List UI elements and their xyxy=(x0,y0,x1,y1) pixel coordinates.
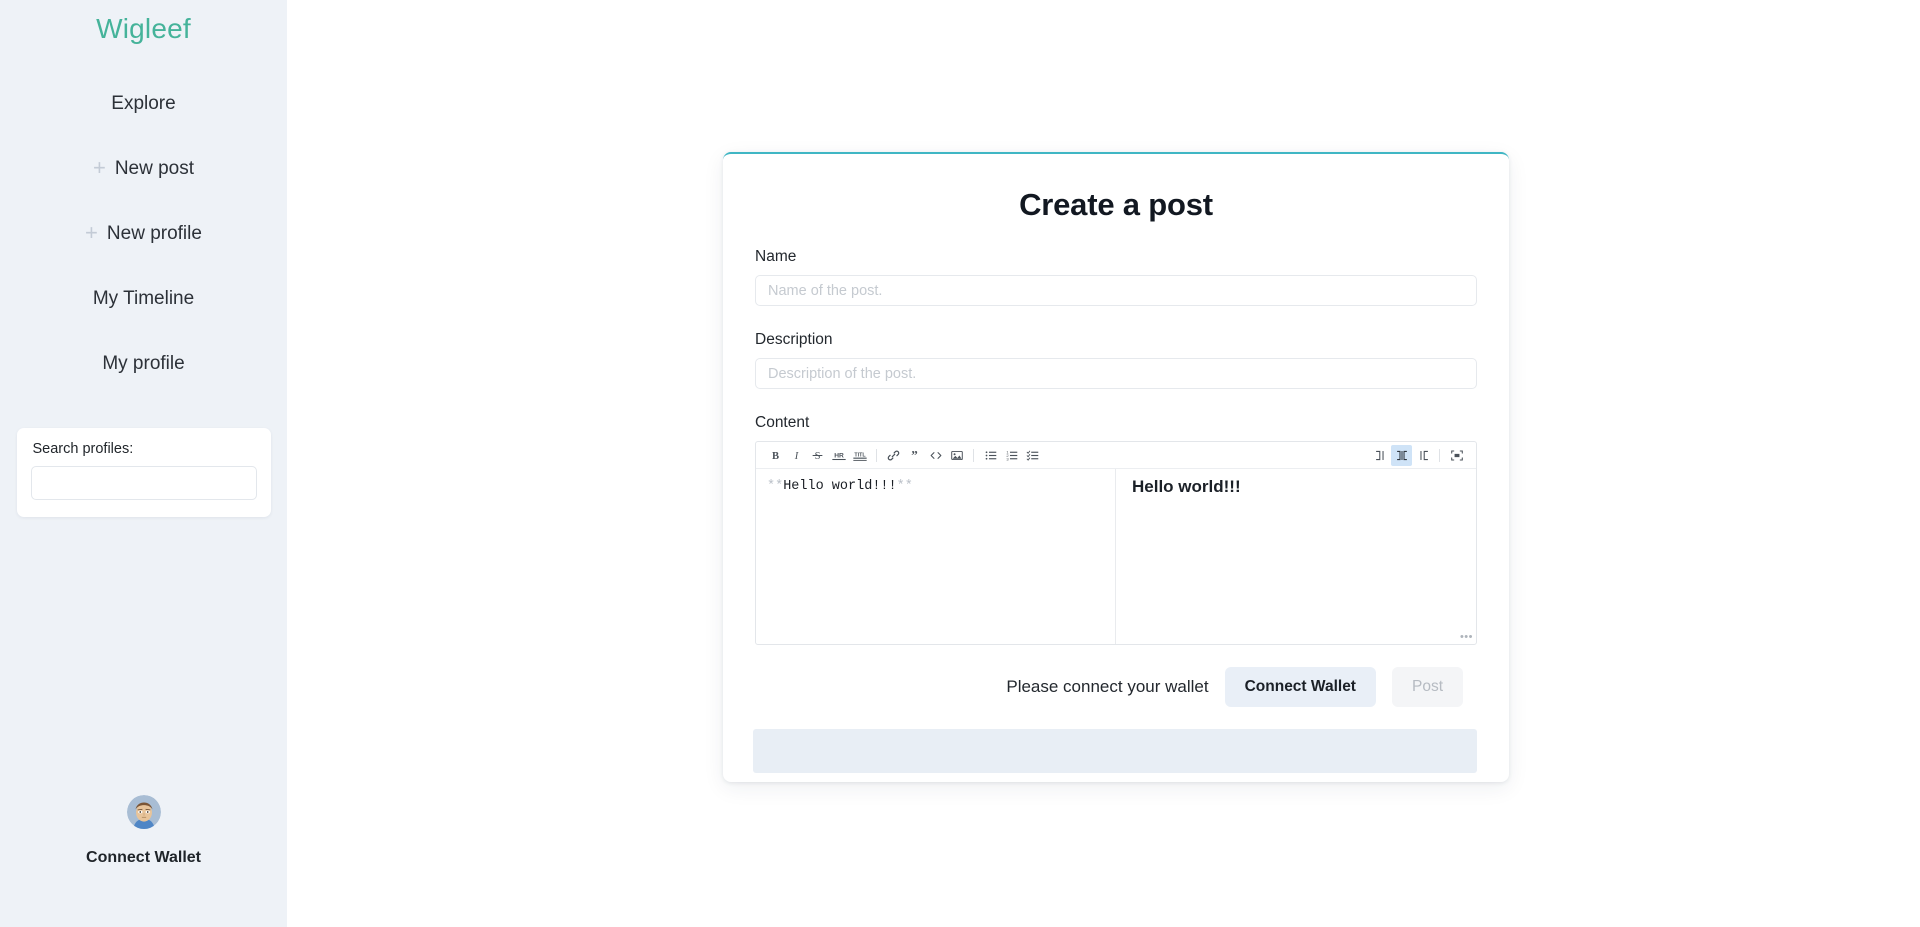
ordered-list-icon[interactable]: 1 2 3 xyxy=(1001,445,1022,466)
svg-text:TITL: TITL xyxy=(854,452,866,458)
plus-icon: + xyxy=(85,219,98,245)
search-profiles-card: Search profiles: xyxy=(16,427,271,517)
user-avatar-icon[interactable] xyxy=(126,795,161,829)
markdown-toolbar: B I S HR TITL ” 1 2 3 xyxy=(756,442,1476,469)
sidebar-item-my-timeline[interactable]: My Timeline xyxy=(0,279,287,319)
horizontal-rule-icon[interactable]: HR xyxy=(828,445,849,466)
toolbar-divider xyxy=(876,448,877,462)
sidebar-item-label: My profile xyxy=(102,352,185,374)
sidebar-item-label: My Timeline xyxy=(92,287,195,309)
title-icon[interactable]: TITL xyxy=(849,445,870,466)
app-root: Wigleef Explore + New post + New profile… xyxy=(0,0,1920,927)
bold-icon[interactable]: B xyxy=(765,445,786,466)
link-icon[interactable] xyxy=(883,445,904,466)
sidebar: Wigleef Explore + New post + New profile… xyxy=(0,0,287,927)
svg-text:S: S xyxy=(815,451,821,462)
main-content: Create a post Name Description Content B… xyxy=(287,0,1920,927)
preview-text: Hello world!!! xyxy=(1132,477,1241,496)
svg-text:I: I xyxy=(794,451,799,462)
sidebar-item-label: New post xyxy=(114,157,195,179)
editor-resize-handle[interactable]: ••• xyxy=(1460,632,1473,643)
sidebar-nav: Explore + New post + New profile My Time… xyxy=(0,84,287,409)
svg-text:B: B xyxy=(772,451,779,462)
split-view-icon[interactable] xyxy=(1391,444,1412,466)
sidebar-item-new-post[interactable]: + New post xyxy=(0,149,287,189)
sidebar-item-new-profile[interactable]: + New profile xyxy=(0,214,287,254)
sidebar-item-my-profile[interactable]: My profile xyxy=(0,344,287,384)
card-actions: Please connect your wallet Connect Walle… xyxy=(755,667,1477,707)
connect-wallet-message: Please connect your wallet xyxy=(1006,677,1209,696)
svg-text:HR: HR xyxy=(834,452,844,459)
edit-mode-icon[interactable] xyxy=(1370,445,1391,466)
page-title: Create a post xyxy=(1019,187,1213,222)
image-icon[interactable] xyxy=(946,445,967,466)
strikethrough-icon[interactable]: S xyxy=(807,445,828,466)
post-name-input[interactable] xyxy=(755,275,1477,306)
markdown-editor: B I S HR TITL ” 1 2 3 **Hello world!!!**… xyxy=(755,441,1477,645)
preview-mode-icon[interactable] xyxy=(1412,445,1433,466)
card-footer-bar xyxy=(753,729,1477,773)
app-logo[interactable]: Wigleef xyxy=(96,12,191,46)
sidebar-item-explore[interactable]: Explore xyxy=(0,84,287,124)
post-button[interactable]: Post xyxy=(1391,667,1463,707)
svg-text:3: 3 xyxy=(1006,456,1009,461)
quote-icon[interactable]: ” xyxy=(904,445,925,466)
search-profiles-label: Search profiles: xyxy=(32,440,134,457)
toolbar-divider xyxy=(1439,448,1440,462)
markdown-source-pane[interactable]: **Hello world!!!** xyxy=(756,469,1116,644)
markdown-open-marker: ** xyxy=(767,479,784,494)
svg-text:”: ” xyxy=(911,449,918,462)
markdown-preview-pane: Hello world!!! ••• xyxy=(1116,469,1476,644)
create-post-card: Create a post Name Description Content B… xyxy=(723,152,1509,782)
plus-icon: + xyxy=(92,154,106,180)
editor-body: **Hello world!!!** Hello world!!! ••• xyxy=(756,469,1476,644)
search-profiles-input[interactable] xyxy=(30,465,257,500)
sidebar-item-label: Explore xyxy=(111,92,176,114)
connect-wallet-sidebar-label[interactable]: Connect Wallet xyxy=(86,849,201,867)
markdown-close-marker: ** xyxy=(896,479,913,494)
sidebar-item-label: New profile xyxy=(106,222,202,244)
code-icon[interactable] xyxy=(925,445,946,466)
connect-wallet-button[interactable]: Connect Wallet xyxy=(1224,667,1376,707)
description-field-label: Description xyxy=(755,331,833,348)
content-field-label: Content xyxy=(755,414,810,431)
checked-list-icon[interactable] xyxy=(1022,445,1043,466)
toolbar-divider xyxy=(973,448,974,462)
italic-icon[interactable]: I xyxy=(786,445,807,466)
post-description-input[interactable] xyxy=(755,358,1477,389)
markdown-body-text: Hello world!!! xyxy=(783,479,897,494)
fullscreen-icon[interactable] xyxy=(1446,445,1467,466)
sidebar-footer: Connect Wallet xyxy=(0,795,287,867)
name-field-label: Name xyxy=(755,248,797,265)
unordered-list-icon[interactable] xyxy=(980,445,1001,466)
